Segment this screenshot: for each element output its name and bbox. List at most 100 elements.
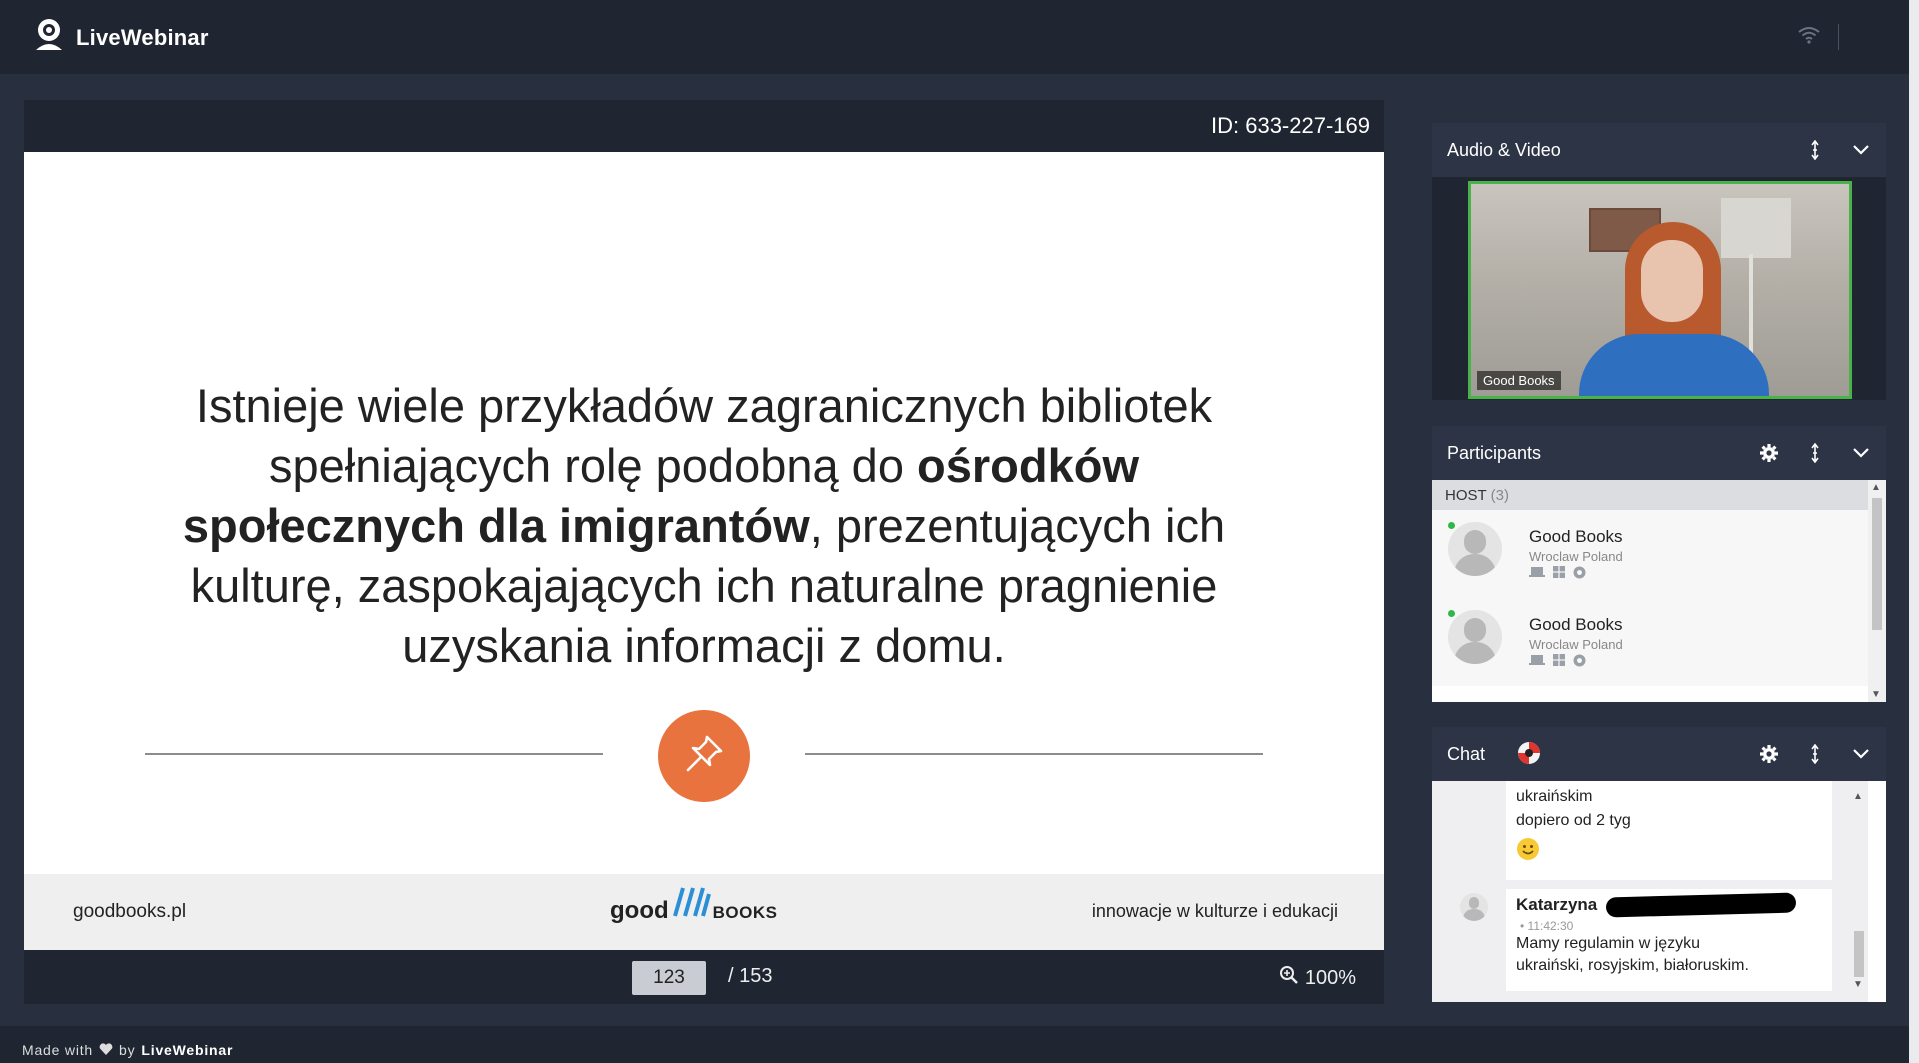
participants-panel: Participants HOST (3) Good Books Wroclaw …	[1432, 426, 1886, 702]
slide-footer-tagline: innowacje w kulturze i edukacji	[1091, 901, 1338, 921]
scroll-up-icon[interactable]: ▲	[1871, 482, 1881, 493]
smiley-emoji-icon	[1516, 837, 1540, 861]
avatar	[1448, 522, 1502, 576]
participant-item[interactable]: Good Books Wroclaw Poland	[1432, 510, 1868, 598]
brand-text: LiveWebinar	[141, 1042, 234, 1058]
bottom-bar: Made with by LiveWebinar	[0, 1026, 1909, 1063]
logo-word-books: books	[712, 897, 778, 924]
chat-messages: ukraińskim dopiero od 2 tyg Katarzyna • …	[1432, 781, 1868, 1002]
participants-title: Participants	[1447, 443, 1542, 463]
chat-message: Katarzyna • 11:42:30 Mamy regulamin w ję…	[1506, 889, 1832, 991]
laptop-icon	[1529, 566, 1545, 579]
made-with-text: Made with	[22, 1042, 94, 1058]
app-logo-text: LiveWebinar	[76, 24, 209, 50]
slide-line: kulturę, zaspokajających ich naturalne p…	[190, 559, 1218, 612]
made-with-credit[interactable]: Made with by LiveWebinar	[22, 1042, 233, 1058]
windows-icon	[1553, 566, 1565, 579]
online-status-dot	[1448, 522, 1455, 529]
detach-icon[interactable]	[1804, 743, 1826, 765]
participants-header: Participants	[1432, 426, 1886, 480]
slide-controls: 123 / 153 100%	[24, 950, 1384, 1004]
browser-icon	[1573, 566, 1586, 579]
browser-icon	[1573, 654, 1586, 667]
emoji-avatar-icon[interactable]	[1516, 740, 1542, 771]
gear-icon[interactable]	[1758, 743, 1780, 765]
webcam-logo-icon	[30, 16, 68, 59]
presentation-slide: Istnieje wiele przykładów zagranicznych …	[24, 152, 1384, 950]
slide-divider-right	[805, 753, 1263, 755]
chat-message-text: ukraiński, rosyjskim, białoruskim.	[1516, 957, 1749, 974]
participant-location: Wroclaw Poland	[1529, 549, 1623, 564]
pushpin-icon	[680, 730, 728, 783]
slide-footer: goodbooks.pl good books innowacje w kult…	[24, 874, 1384, 950]
page-number-input[interactable]: 123	[632, 961, 706, 995]
zoom-icon	[1279, 965, 1299, 991]
audio-video-header: Audio & Video	[1432, 123, 1886, 177]
participants-scrollbar[interactable]: ▲ ▼	[1868, 480, 1886, 702]
video-person-body	[1579, 334, 1769, 396]
slide-line: społecznych dla imigrantów, prezentujący…	[182, 499, 1226, 552]
page-total: / 153	[728, 965, 773, 987]
participant-name: Good Books	[1529, 615, 1623, 634]
video-name-label: Good Books	[1477, 371, 1561, 390]
scroll-down-icon[interactable]: ▼	[1871, 689, 1881, 700]
audio-video-title: Audio & Video	[1447, 140, 1561, 160]
app-logo[interactable]: LiveWebinar	[30, 16, 209, 59]
chat-message-text: ukraińskim	[1516, 788, 1593, 805]
gear-icon[interactable]	[1758, 442, 1780, 464]
host-group-header[interactable]: HOST (3)	[1432, 480, 1868, 510]
chevron-down-icon[interactable]	[1850, 743, 1872, 765]
scrollbar-thumb[interactable]	[1854, 931, 1864, 977]
slide-line: uzyskania informacji z domu.	[402, 619, 1006, 672]
chat-title: Chat	[1447, 744, 1486, 764]
audio-video-panel: Audio & Video Good Books	[1432, 123, 1886, 400]
presentation-area: ID: 633-227-169 Istnieje wiele przykładó…	[0, 74, 1408, 1026]
host-count: (3)	[1490, 487, 1510, 504]
scroll-up-icon[interactable]: ▲	[1853, 791, 1863, 802]
detach-icon[interactable]	[1804, 139, 1826, 161]
by-text: by	[119, 1042, 136, 1058]
video-feed[interactable]: Good Books	[1468, 181, 1852, 399]
zoom-control[interactable]: 100%	[1279, 965, 1356, 991]
windows-icon	[1553, 654, 1565, 667]
detach-icon[interactable]	[1804, 442, 1826, 464]
slide-line: Istnieje wiele przykładów zagranicznych …	[195, 379, 1213, 432]
chat-message-time: • 11:42:30	[1520, 919, 1574, 933]
presentation-header: ID: 633-227-169	[24, 100, 1384, 152]
chat-message-text: dopiero od 2 tyg	[1516, 812, 1631, 829]
book-spines-icon	[671, 884, 711, 925]
logo-word-good: good	[610, 897, 669, 924]
webinar-id: ID: 633-227-169	[1211, 113, 1370, 138]
window-edge	[1909, 0, 1919, 1063]
slide-footer-website: goodbooks.pl	[73, 901, 187, 922]
scroll-down-icon[interactable]: ▼	[1853, 979, 1863, 990]
participant-item[interactable]: Good Books Wroclaw Poland	[1432, 598, 1868, 686]
slide-line: spełniających rolę podobną do ośrodków	[269, 439, 1139, 492]
top-bar: LiveWebinar	[0, 0, 1919, 74]
chevron-down-icon[interactable]	[1850, 139, 1872, 161]
chat-panel: Chat ukraińskim dopiero od 2 tyg Katarzy…	[1432, 727, 1886, 1002]
laptop-icon	[1529, 654, 1545, 667]
heart-icon	[99, 1042, 113, 1058]
zoom-level: 100%	[1304, 966, 1356, 989]
redaction-mark	[1605, 892, 1797, 918]
host-group-label: HOST (3)	[1445, 487, 1510, 504]
avatar	[1448, 610, 1502, 664]
chat-scrollbar[interactable]: ▲ ▼	[1850, 781, 1868, 1002]
chat-message-author: Katarzyna	[1516, 895, 1598, 914]
top-divider	[1838, 24, 1839, 50]
slide-text: Istnieje wiele przykładów zagranicznych …	[104, 376, 1304, 676]
scrollbar-thumb[interactable]	[1872, 498, 1882, 630]
chat-header: Chat	[1432, 727, 1886, 781]
participant-name: Good Books	[1529, 527, 1623, 546]
chat-message: ukraińskim dopiero od 2 tyg	[1506, 781, 1832, 880]
online-status-dot	[1448, 610, 1455, 617]
pin-badge	[658, 710, 750, 802]
participant-location: Wroclaw Poland	[1529, 637, 1623, 652]
chevron-down-icon[interactable]	[1850, 442, 1872, 464]
wifi-icon	[1798, 26, 1820, 49]
video-person-face	[1641, 240, 1703, 322]
video-background-lamp	[1721, 198, 1791, 258]
goodbooks-logo: good books	[610, 884, 777, 925]
chat-message-text: Mamy regulamin w języku	[1516, 935, 1701, 952]
